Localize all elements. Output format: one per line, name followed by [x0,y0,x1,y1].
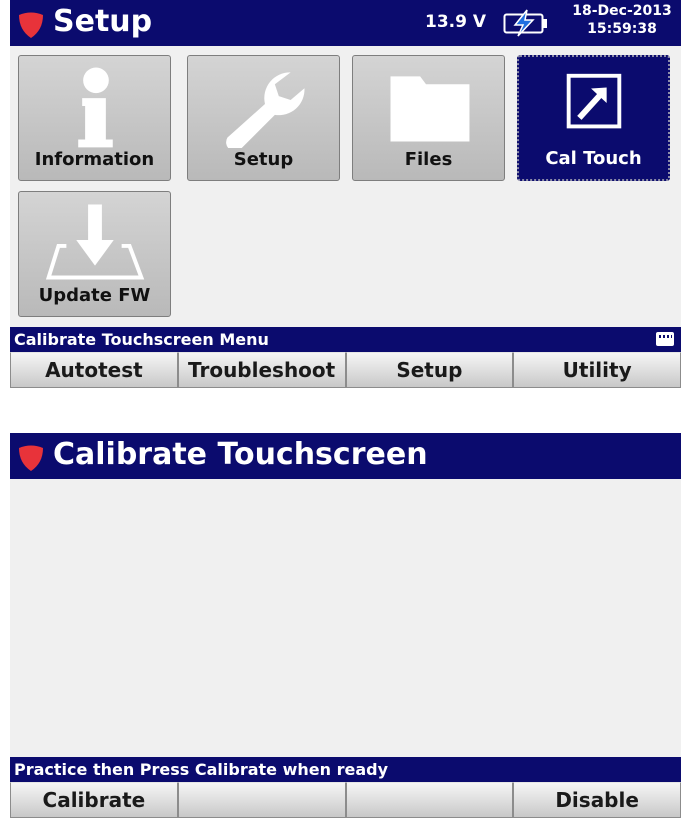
date-time: 18-Dec-2013 15:59:38 [565,2,679,38]
status-bar: Practice then Press Calibrate when ready [10,757,681,782]
shield-logo-icon [19,445,43,471]
battery-charging-icon [503,9,547,37]
softkey-troubleshoot[interactable]: Troubleshoot [177,352,346,388]
date-label: 18-Dec-2013 [572,3,672,19]
tile-information[interactable]: Information [18,55,171,181]
setup-screen: Setup 13.9 V 18-Dec-2013 15:59:38 Inform… [10,0,681,388]
calibration-practice-area[interactable] [10,479,681,757]
softkey-utility[interactable]: Utility [513,352,681,388]
softkey-disable[interactable]: Disable [513,782,681,818]
menu-title: Calibrate Touchscreen Menu [14,330,269,349]
softkey-setup[interactable]: Setup [345,352,514,388]
tile-setup[interactable]: Setup [187,55,340,181]
shield-logo-icon [19,12,43,38]
softkey-autotest[interactable]: Autotest [10,352,178,388]
tile-files[interactable]: Files [352,55,505,181]
status-message: Practice then Press Calibrate when ready [14,760,388,779]
tile-label: Setup [233,149,294,170]
tile-update-fw[interactable]: Update FW [18,191,171,317]
softkey-blank-3[interactable] [345,782,514,818]
tile-label: Cal Touch [545,148,642,169]
softkey-calibrate[interactable]: Calibrate [10,782,178,818]
page-title: Calibrate Touchscreen [53,437,428,472]
title-bar: Calibrate Touchscreen [10,433,681,479]
calibrate-arrow-icon [566,73,622,129]
tile-label: Update FW [38,285,151,306]
calibrate-touchscreen-screen: Calibrate Touchscreen Practice then Pres… [10,433,681,818]
folder-icon [390,76,470,142]
page-title: Setup [53,4,153,39]
info-icon [78,67,113,148]
voltage-readout: 13.9 V [425,12,487,32]
title-bar: Setup 13.9 V 18-Dec-2013 15:59:38 [10,0,681,46]
wrench-icon [226,72,305,148]
softkey-bar: Autotest Troubleshoot Setup Utility [10,352,681,388]
softkey-bar: Calibrate Disable [10,782,681,818]
ethernet-icon [656,332,674,346]
tile-label: Files [404,149,453,170]
tile-cal-touch[interactable]: Cal Touch [517,55,670,181]
menu-title-bar: Calibrate Touchscreen Menu [10,327,681,352]
softkey-blank-2[interactable] [177,782,346,818]
download-icon [45,204,145,280]
time-label: 15:59:38 [587,21,657,37]
tile-label: Information [34,149,155,170]
